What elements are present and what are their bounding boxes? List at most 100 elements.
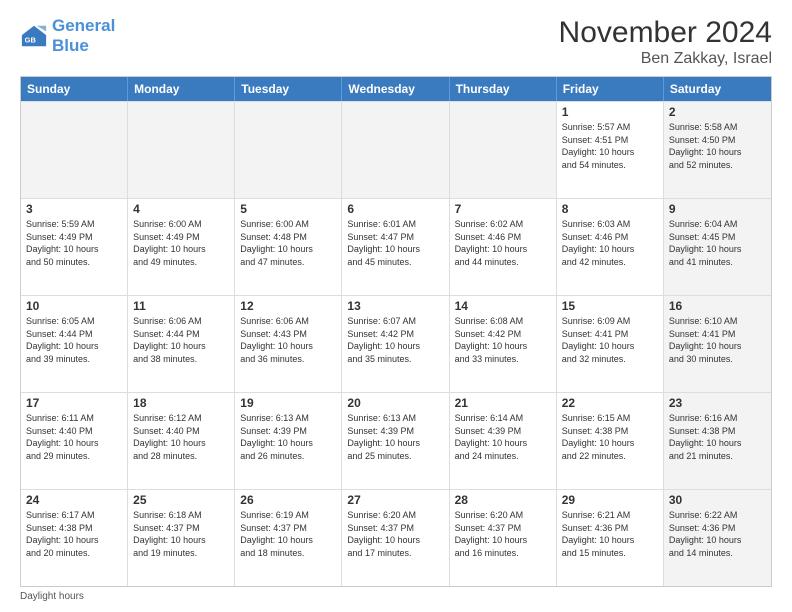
day-header-thursday: Thursday xyxy=(450,77,557,101)
day-cell-4: 4 Sunrise: 6:00 AM Sunset: 4:49 PM Daylig… xyxy=(128,199,235,295)
day-cell-5: 5Sunrise: 6:00 AM Sunset: 4:48 PM Daylig… xyxy=(235,199,342,295)
day-info: Sunrise: 6:21 AM Sunset: 4:36 PM Dayligh… xyxy=(562,509,658,559)
day-info: Sunrise: 6:06 AM Sunset: 4:43 PM Dayligh… xyxy=(240,315,336,365)
empty-cell xyxy=(21,102,128,198)
day-cell-26: 26Sunrise: 6:19 AM Sunset: 4:37 PM Dayli… xyxy=(235,490,342,586)
day-cell-13: 13Sunrise: 6:07 AM Sunset: 4:42 PM Dayli… xyxy=(342,296,449,392)
day-cell-12: 12 Sunrise: 6:06 AM Sunset: 4:43 PM Dayli… xyxy=(235,296,342,392)
day-cell-19: 19 Sunrise: 6:13 AM Sunset: 4:39 PM Dayli… xyxy=(235,393,342,489)
day-cell-21: 21 Sunrise: 6:14 AM Sunset: 4:39 PM Dayli… xyxy=(450,393,557,489)
day-info: Sunrise: 6:12 AM Sunset: 4:40 PM Dayligh… xyxy=(133,412,229,462)
day-number: 22 xyxy=(562,396,658,410)
calendar-row-5: 24Sunrise: 6:17 AM Sunset: 4:38 PM Dayli… xyxy=(21,489,771,586)
day-cell-25: 25 Sunrise: 6:18 AM Sunset: 4:37 PM Dayli… xyxy=(128,490,235,586)
month-title: November 2024 xyxy=(559,16,772,50)
day-cell-24: 24Sunrise: 6:17 AM Sunset: 4:38 PM Dayli… xyxy=(21,490,128,586)
day-number: 21 xyxy=(455,396,551,410)
day-cell-18: 18 Sunrise: 6:12 AM Sunset: 4:40 PM Dayli… xyxy=(128,393,235,489)
calendar-row-1: 1 Sunrise: 5:57 AM Sunset: 4:51 PM Daylig… xyxy=(21,101,771,198)
day-cell-20: 20Sunrise: 6:13 AM Sunset: 4:39 PM Dayli… xyxy=(342,393,449,489)
day-number: 18 xyxy=(133,396,229,410)
page: GB General Blue November 2024 Ben Zakkay… xyxy=(0,0,792,612)
day-info: Sunrise: 6:00 AM Sunset: 4:48 PM Dayligh… xyxy=(240,218,336,268)
day-cell-16: 16 Sunrise: 6:10 AM Sunset: 4:41 PM Dayli… xyxy=(664,296,771,392)
day-number: 30 xyxy=(669,493,766,507)
empty-cell xyxy=(235,102,342,198)
svg-text:GB: GB xyxy=(25,35,37,44)
day-header-sunday: Sunday xyxy=(21,77,128,101)
day-number: 2 xyxy=(669,105,766,119)
day-info: Sunrise: 6:16 AM Sunset: 4:38 PM Dayligh… xyxy=(669,412,766,462)
day-cell-27: 27 Sunrise: 6:20 AM Sunset: 4:37 PM Dayli… xyxy=(342,490,449,586)
day-number: 1 xyxy=(562,105,658,119)
day-info: Sunrise: 6:06 AM Sunset: 4:44 PM Dayligh… xyxy=(133,315,229,365)
day-info: Sunrise: 6:03 AM Sunset: 4:46 PM Dayligh… xyxy=(562,218,658,268)
day-number: 25 xyxy=(133,493,229,507)
day-cell-11: 11 Sunrise: 6:06 AM Sunset: 4:44 PM Dayli… xyxy=(128,296,235,392)
day-header-wednesday: Wednesday xyxy=(342,77,449,101)
day-header-friday: Friday xyxy=(557,77,664,101)
logo-text: General Blue xyxy=(52,16,115,55)
day-cell-6: 6 Sunrise: 6:01 AM Sunset: 4:47 PM Daylig… xyxy=(342,199,449,295)
day-info: Sunrise: 6:13 AM Sunset: 4:39 PM Dayligh… xyxy=(240,412,336,462)
header: GB General Blue November 2024 Ben Zakkay… xyxy=(20,16,772,68)
day-cell-15: 15 Sunrise: 6:09 AM Sunset: 4:41 PM Dayli… xyxy=(557,296,664,392)
footer: Daylight hours xyxy=(20,591,772,602)
day-info: Sunrise: 6:14 AM Sunset: 4:39 PM Dayligh… xyxy=(455,412,551,462)
day-number: 24 xyxy=(26,493,122,507)
day-number: 8 xyxy=(562,202,658,216)
day-info: Sunrise: 6:05 AM Sunset: 4:44 PM Dayligh… xyxy=(26,315,122,365)
day-info: Sunrise: 6:10 AM Sunset: 4:41 PM Dayligh… xyxy=(669,315,766,365)
day-info: Sunrise: 6:13 AM Sunset: 4:39 PM Dayligh… xyxy=(347,412,443,462)
day-number: 15 xyxy=(562,299,658,313)
day-number: 13 xyxy=(347,299,443,313)
day-info: Sunrise: 5:57 AM Sunset: 4:51 PM Dayligh… xyxy=(562,121,658,171)
day-number: 10 xyxy=(26,299,122,313)
day-info: Sunrise: 6:20 AM Sunset: 4:37 PM Dayligh… xyxy=(455,509,551,559)
day-number: 11 xyxy=(133,299,229,313)
day-number: 12 xyxy=(240,299,336,313)
day-info: Sunrise: 6:02 AM Sunset: 4:46 PM Dayligh… xyxy=(455,218,551,268)
empty-cell xyxy=(128,102,235,198)
day-number: 16 xyxy=(669,299,766,313)
day-number: 19 xyxy=(240,396,336,410)
day-info: Sunrise: 6:11 AM Sunset: 4:40 PM Dayligh… xyxy=(26,412,122,462)
day-header-tuesday: Tuesday xyxy=(235,77,342,101)
day-cell-9: 9Sunrise: 6:04 AM Sunset: 4:45 PM Daylig… xyxy=(664,199,771,295)
day-cell-7: 7Sunrise: 6:02 AM Sunset: 4:46 PM Daylig… xyxy=(450,199,557,295)
day-cell-30: 30Sunrise: 6:22 AM Sunset: 4:36 PM Dayli… xyxy=(664,490,771,586)
day-cell-17: 17 Sunrise: 6:11 AM Sunset: 4:40 PM Dayli… xyxy=(21,393,128,489)
day-cell-3: 3Sunrise: 5:59 AM Sunset: 4:49 PM Daylig… xyxy=(21,199,128,295)
empty-cell xyxy=(450,102,557,198)
logo: GB General Blue xyxy=(20,16,115,55)
day-info: Sunrise: 6:19 AM Sunset: 4:37 PM Dayligh… xyxy=(240,509,336,559)
logo-icon: GB xyxy=(20,22,48,50)
title-block: November 2024 Ben Zakkay, Israel xyxy=(559,16,772,68)
day-cell-2: 2 Sunrise: 5:58 AM Sunset: 4:50 PM Daylig… xyxy=(664,102,771,198)
day-number: 4 xyxy=(133,202,229,216)
day-header-monday: Monday xyxy=(128,77,235,101)
day-cell-28: 28 Sunrise: 6:20 AM Sunset: 4:37 PM Dayli… xyxy=(450,490,557,586)
calendar-header: SundayMondayTuesdayWednesdayThursdayFrid… xyxy=(21,77,771,101)
day-cell-10: 10 Sunrise: 6:05 AM Sunset: 4:44 PM Dayli… xyxy=(21,296,128,392)
day-number: 6 xyxy=(347,202,443,216)
day-info: Sunrise: 6:08 AM Sunset: 4:42 PM Dayligh… xyxy=(455,315,551,365)
day-number: 29 xyxy=(562,493,658,507)
day-info: Sunrise: 5:59 AM Sunset: 4:49 PM Dayligh… xyxy=(26,218,122,268)
calendar-body: 1 Sunrise: 5:57 AM Sunset: 4:51 PM Daylig… xyxy=(21,101,771,586)
day-cell-1: 1 Sunrise: 5:57 AM Sunset: 4:51 PM Daylig… xyxy=(557,102,664,198)
calendar: SundayMondayTuesdayWednesdayThursdayFrid… xyxy=(20,76,772,587)
calendar-row-2: 3Sunrise: 5:59 AM Sunset: 4:49 PM Daylig… xyxy=(21,198,771,295)
day-info: Sunrise: 6:00 AM Sunset: 4:49 PM Dayligh… xyxy=(133,218,229,268)
day-number: 17 xyxy=(26,396,122,410)
calendar-row-4: 17 Sunrise: 6:11 AM Sunset: 4:40 PM Dayli… xyxy=(21,392,771,489)
footer-label: Daylight hours xyxy=(20,591,84,602)
day-number: 28 xyxy=(455,493,551,507)
day-info: Sunrise: 6:18 AM Sunset: 4:37 PM Dayligh… xyxy=(133,509,229,559)
day-info: Sunrise: 5:58 AM Sunset: 4:50 PM Dayligh… xyxy=(669,121,766,171)
day-info: Sunrise: 6:20 AM Sunset: 4:37 PM Dayligh… xyxy=(347,509,443,559)
day-info: Sunrise: 6:01 AM Sunset: 4:47 PM Dayligh… xyxy=(347,218,443,268)
day-info: Sunrise: 6:09 AM Sunset: 4:41 PM Dayligh… xyxy=(562,315,658,365)
day-number: 27 xyxy=(347,493,443,507)
day-cell-29: 29 Sunrise: 6:21 AM Sunset: 4:36 PM Dayli… xyxy=(557,490,664,586)
